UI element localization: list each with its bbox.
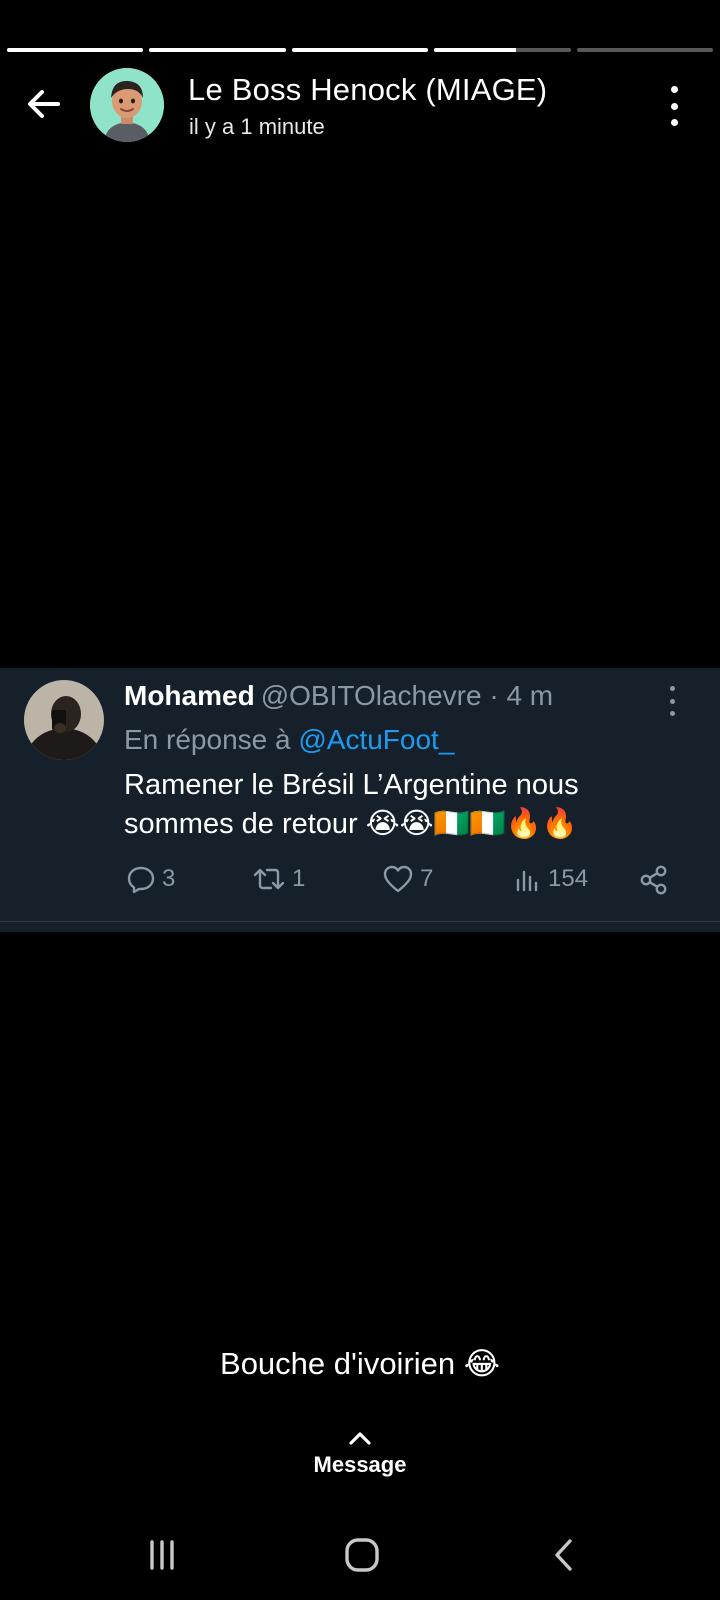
kebab-dot xyxy=(670,102,678,110)
dot xyxy=(669,711,675,716)
nav-back-icon xyxy=(555,1539,572,1571)
chevron-up-icon xyxy=(349,1432,371,1445)
user-photo-icon xyxy=(24,680,104,760)
bar-chart-icon xyxy=(516,870,538,892)
like-count: 7 xyxy=(420,865,434,892)
comment-icon xyxy=(127,866,155,894)
story-header: Le Boss Henock (MIAGE) il y a 1 minute xyxy=(0,66,720,146)
message-label: Message xyxy=(313,1452,407,1477)
kebab-menu-icon xyxy=(670,86,678,93)
story-progress-segment xyxy=(434,48,571,52)
nav-back-button[interactable] xyxy=(534,1530,594,1580)
share-icon xyxy=(640,865,667,895)
story-author-name[interactable]: Le Boss Henock (MIAGE) xyxy=(188,72,547,108)
recent-apps-button[interactable] xyxy=(132,1530,192,1580)
story-progress-segment xyxy=(291,48,429,52)
tweet-views: 154 xyxy=(514,864,588,894)
view-count: 154 xyxy=(548,865,589,892)
arrow-left-icon xyxy=(28,90,60,118)
tweet-more-icon xyxy=(668,686,676,716)
tweet-author-name: Mohamed xyxy=(124,680,255,711)
story-progress-fill xyxy=(7,48,144,52)
message-reply-button[interactable]: Message xyxy=(260,1428,460,1498)
tweet-card: Mohamed @OBITOlachevre · 4 m En réponse à… xyxy=(0,668,720,932)
heart-icon xyxy=(383,865,413,893)
tweet-avatar xyxy=(24,680,104,760)
tweet-divider xyxy=(0,921,720,922)
memoji-avatar-icon xyxy=(90,68,164,142)
tweet-reply-context: En réponse à @ActuFoot_ xyxy=(124,724,454,756)
story-progress-fill xyxy=(434,48,517,52)
tweet-retweets: 1 xyxy=(252,864,305,894)
reply-mention: @ActuFoot_ xyxy=(298,724,455,755)
reply-prefix: En réponse à xyxy=(124,724,291,755)
story-progress-segment xyxy=(149,48,286,52)
story-timestamp: il y a 1 minute xyxy=(189,114,325,139)
story-caption: Bouche d'ivoirien 😂 xyxy=(220,1346,500,1381)
avatar[interactable] xyxy=(90,68,164,142)
home-button[interactable] xyxy=(332,1530,392,1580)
dot xyxy=(669,698,675,704)
retweet-count: 1 xyxy=(292,865,306,892)
story-progress-segment xyxy=(576,48,714,52)
system-navigation-bar xyxy=(0,1510,720,1600)
story-progress-fill xyxy=(291,48,429,52)
recent-apps-icon xyxy=(150,1540,174,1570)
kebab-dot xyxy=(670,119,678,126)
home-icon xyxy=(345,1538,379,1572)
tweet-actions: 3 1 7 154 xyxy=(124,864,684,900)
tweet-header: Mohamed @OBITOlachevre · 4 m xyxy=(124,680,553,712)
tweet-handle: @OBITOlachevre · 4 m xyxy=(260,680,554,711)
story-progress-segment xyxy=(7,48,144,52)
more-options-button[interactable] xyxy=(664,86,684,126)
dot xyxy=(669,686,675,691)
back-button[interactable] xyxy=(22,82,66,126)
story-progress-fill xyxy=(149,48,286,52)
story-progress-bar xyxy=(7,48,714,52)
retweet-icon xyxy=(253,868,285,890)
tweet-text: Ramener le Brésil L’Argentine nous somme… xyxy=(124,769,579,840)
tweet-likes: 7 xyxy=(382,864,433,894)
tweet-replies: 3 xyxy=(126,864,175,894)
reply-count: 3 xyxy=(162,865,176,892)
tweet-share xyxy=(638,864,670,896)
